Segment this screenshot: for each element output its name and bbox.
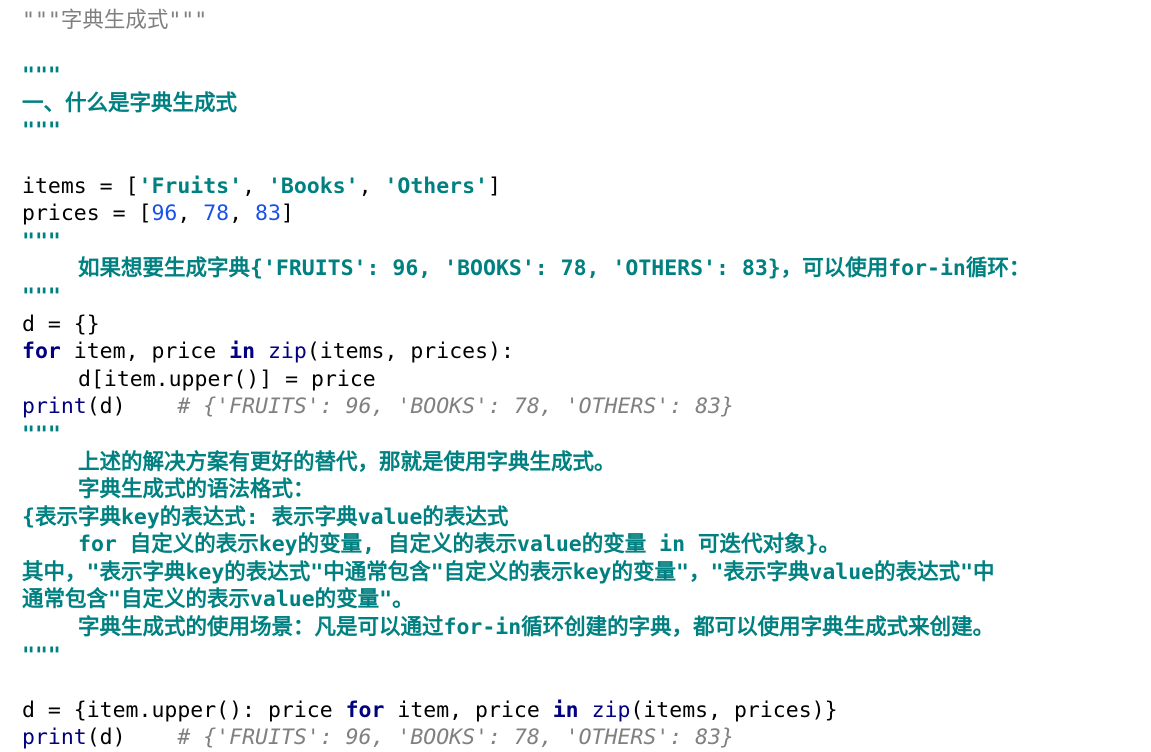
string-literal: 'Fruits' xyxy=(138,173,243,199)
close-bracket: ] xyxy=(488,173,501,199)
code-line-18: 字典生成式的语法格式： xyxy=(22,476,1030,504)
keyword-for: for xyxy=(22,339,61,365)
code-line-15-print: print(d) # {'FRUITS': 96, 'BOOKS': 78, '… xyxy=(22,393,1030,421)
code-line-10: 如果想要生成字典{'FRUITS': 96, 'BOOKS': 78, 'OTH… xyxy=(22,255,1030,283)
docstring-text: 字典生成式的语法格式： xyxy=(78,477,315,503)
code-editor[interactable]: """字典生成式""" """ 一、什么是字典生成式 """ items = [… xyxy=(22,7,1030,752)
result-comment: # {'FRUITS': 96, 'BOOKS': 78, 'OTHERS': … xyxy=(177,394,734,420)
loop-targets: item, price xyxy=(384,697,553,723)
print-args: (d) xyxy=(86,725,178,751)
code-line-13-for: for item, price in zip(items, prices): xyxy=(22,338,1030,366)
docstring-open: """ xyxy=(22,228,61,254)
loop-body: d[item.upper()] = price xyxy=(78,366,376,392)
section-heading: 一、什么是字典生成式 xyxy=(22,90,238,116)
loop-targets: item, price xyxy=(60,339,230,365)
code-line-1: """字典生成式""" xyxy=(22,7,1030,35)
keyword-for: for xyxy=(345,697,385,723)
print-args: (d) xyxy=(86,394,178,420)
number-literal: 96 xyxy=(151,201,178,227)
docstring-close: """ xyxy=(22,118,61,144)
docstring-text: {表示字典key的表达式: 表示字典value的表达式 xyxy=(22,504,509,530)
code-line-2-blank xyxy=(22,35,1030,63)
module-docstring: """字典生成式""" xyxy=(22,8,208,33)
code-line-20: for 自定义的表示key的变量, 自定义的表示value的变量 in 可迭代对… xyxy=(22,531,1030,559)
builtin-print: print xyxy=(22,394,87,420)
separator: , xyxy=(358,173,385,199)
docstring-open: """ xyxy=(22,421,61,447)
code-line-17: 上述的解决方案有更好的替代，那就是使用字典生成式。 xyxy=(22,449,1030,477)
string-literal: 'Books' xyxy=(267,173,359,199)
code-line-4: 一、什么是字典生成式 xyxy=(22,90,1030,118)
separator: , xyxy=(229,201,256,227)
string-literal: 'Others' xyxy=(384,173,489,199)
docstring-text: 其中，"表示字典key的表达式"中通常包含"自定义的表示key的变量"，"表示字… xyxy=(22,559,995,585)
code-line-25-blank xyxy=(22,669,1030,697)
docstring-close: """ xyxy=(22,283,61,309)
code-line-14: d[item.upper()] = price xyxy=(22,366,1030,394)
code-line-6-blank xyxy=(22,145,1030,173)
code-line-21: 其中，"表示字典key的表达式"中通常包含"自定义的表示key的变量"，"表示字… xyxy=(22,559,1030,587)
docstring-open: """ xyxy=(22,63,61,89)
builtin-print: print xyxy=(22,725,87,751)
code-line-16: """ xyxy=(22,421,1030,449)
docstring-text: 上述的解决方案有更好的替代，那就是使用字典生成式。 xyxy=(78,449,616,475)
code-line-7-items: items = ['Fruits', 'Books', 'Others'] xyxy=(22,173,1030,201)
code-line-19: {表示字典key的表达式: 表示字典value的表达式 xyxy=(22,504,1030,532)
code-line-27-print: print(d) # {'FRUITS': 96, 'BOOKS': 78, '… xyxy=(22,724,1030,752)
builtin-zip: zip xyxy=(591,697,631,723)
dict-init: d = {} xyxy=(22,311,100,337)
separator: , xyxy=(177,201,204,227)
keyword-in: in xyxy=(552,697,579,723)
docstring-text: 如果想要生成字典{'FRUITS': 96, 'BOOKS': 78, 'OTH… xyxy=(78,256,1031,282)
code-line-12: d = {} xyxy=(22,311,1030,339)
comprehension-start: d = {item.upper(): price xyxy=(22,697,346,723)
number-literal: 83 xyxy=(255,201,281,227)
code-line-5: """ xyxy=(22,117,1030,145)
code-line-22: 通常包含"自定义的表示value的变量"。 xyxy=(22,586,1030,614)
zip-args: (items, prices): xyxy=(306,339,514,365)
items-assign: items = [ xyxy=(22,173,139,199)
zip-args: (items, prices)} xyxy=(630,697,838,723)
code-line-11: """ xyxy=(22,283,1030,311)
docstring-text: 字典生成式的使用场景：凡是可以通过for-in循环创建的字典，都可以使用字典生成… xyxy=(78,615,995,641)
code-line-3: """ xyxy=(22,62,1030,90)
code-line-24: """ xyxy=(22,642,1030,670)
separator: , xyxy=(242,173,268,199)
code-line-8-prices: prices = [96, 78, 83] xyxy=(22,200,1030,228)
code-line-23: 字典生成式的使用场景：凡是可以通过for-in循环创建的字典，都可以使用字典生成… xyxy=(22,614,1030,642)
close-bracket: ] xyxy=(280,201,294,227)
prices-assign: prices = [ xyxy=(22,201,152,227)
keyword-in: in xyxy=(229,339,256,365)
builtin-zip: zip xyxy=(267,339,307,365)
number-literal: 78 xyxy=(203,201,230,227)
docstring-close: """ xyxy=(22,642,61,668)
docstring-text: for 自定义的表示key的变量, 自定义的表示value的变量 in 可迭代对… xyxy=(78,532,840,558)
docstring-text: 通常包含"自定义的表示value的变量"。 xyxy=(22,587,414,613)
code-line-26-comprehension: d = {item.upper(): price for item, price… xyxy=(22,697,1030,725)
code-line-9: """ xyxy=(22,228,1030,256)
result-comment: # {'FRUITS': 96, 'BOOKS': 78, 'OTHERS': … xyxy=(177,725,734,751)
